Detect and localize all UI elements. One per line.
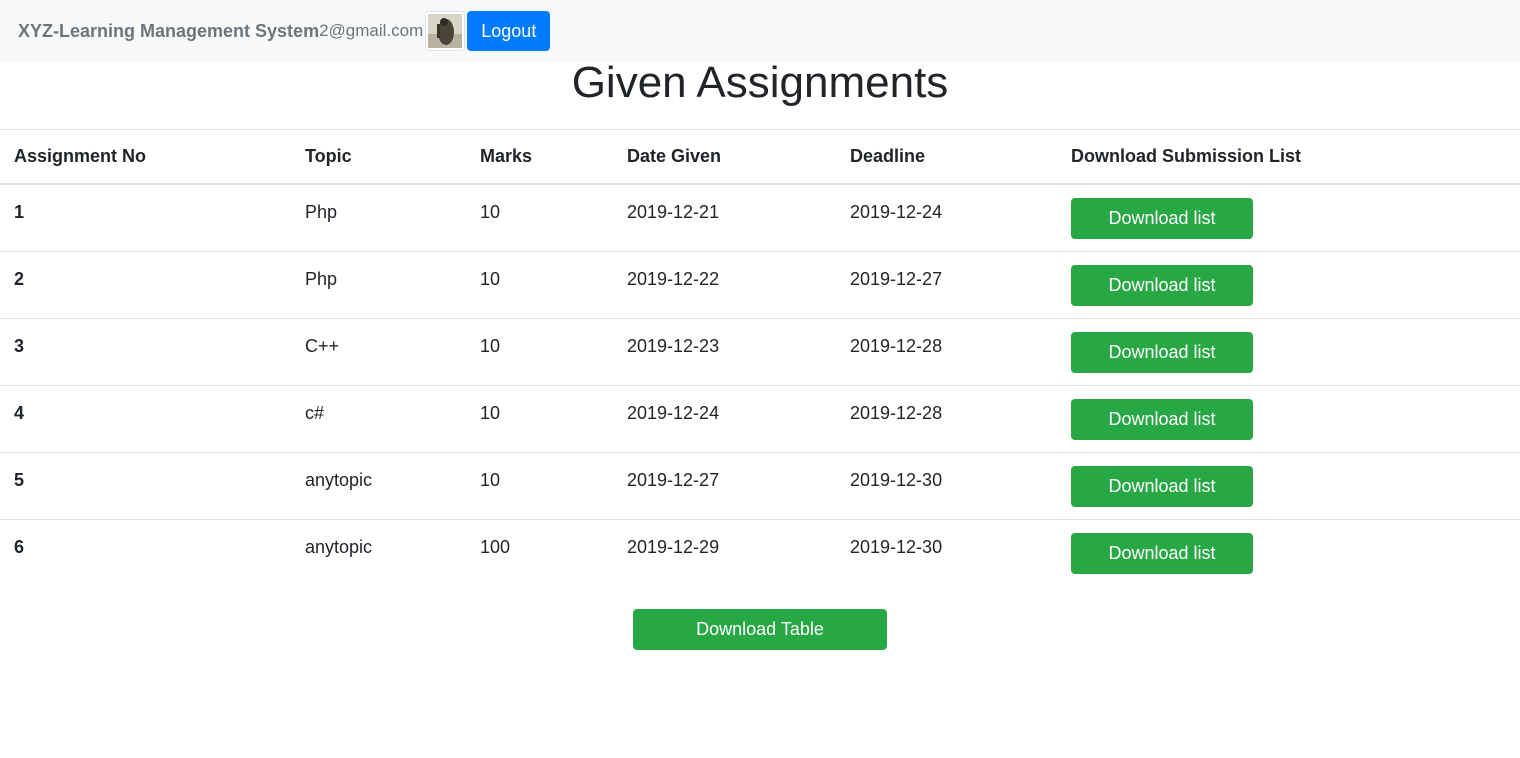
topic: anytopic <box>291 518 466 586</box>
date-given: 2019-12-21 <box>627 202 720 222</box>
action-cell: Download list <box>1057 384 1520 452</box>
topic: anytopic <box>291 451 466 519</box>
action-cell: Download list <box>1057 317 1520 385</box>
header-deadline: Deadline <box>836 129 1057 185</box>
assignment-no: 5 <box>0 451 291 519</box>
assignment-no: 3 <box>0 317 291 385</box>
topic: c# <box>291 384 466 452</box>
deadline: 2019-12-28 <box>836 384 1057 452</box>
header-marks: Marks <box>466 129 613 185</box>
table-header-row: Assignment No Topic Marks Date Given Dea… <box>0 129 1520 185</box>
deadline: 2019-12-30 <box>836 518 1057 586</box>
deadline: 2019-12-24 <box>850 202 943 222</box>
deadline: 2019-12-30 <box>836 451 1057 519</box>
table-row: 1 Php 10 2019-12-21 2019-12-24 Download … <box>0 184 1520 251</box>
page-title: Given Assignments <box>571 58 949 107</box>
marks: 10 <box>466 317 613 385</box>
brand-title[interactable]: XYZ-Learning Management System <box>18 21 319 42</box>
date-given: 2019-12-29 <box>613 518 836 586</box>
header-download-submission-list: Download Submission List <box>1057 129 1520 185</box>
action-cell: Download list <box>1057 184 1520 251</box>
deadline: 2019-12-28 <box>836 317 1057 385</box>
download-list-button[interactable]: Download list <box>1071 532 1253 574</box>
download-list-button[interactable]: Download list <box>1071 198 1253 239</box>
marks: 10 <box>466 451 613 519</box>
date-given: 2019-12-27 <box>613 451 836 519</box>
table-row: 4 c# 10 2019-12-24 2019-12-28 Download l… <box>0 384 1520 452</box>
table-row: 6 anytopic 100 2019-12-29 2019-12-30 Dow… <box>0 518 1520 586</box>
action-cell: Download list <box>1057 250 1520 318</box>
download-list-button[interactable]: Download list <box>1071 264 1253 306</box>
marks: 10 <box>466 384 613 452</box>
marks: 10 <box>480 202 501 222</box>
navbar: XYZ-Learning Management System 2@gmail.c… <box>0 0 1520 62</box>
topic: Php <box>291 250 466 318</box>
assignments-table: Assignment No Topic Marks Date Given Dea… <box>0 129 1520 586</box>
assignment-no: 1 <box>14 202 25 222</box>
action-cell: Download list <box>1057 518 1520 586</box>
date-given: 2019-12-22 <box>613 250 836 318</box>
deadline: 2019-12-27 <box>836 250 1057 318</box>
topic: Php <box>305 202 338 222</box>
avatar[interactable] <box>425 11 466 51</box>
assignment-no: 4 <box>0 384 291 452</box>
logout-button[interactable]: Logout <box>467 11 551 51</box>
date-given: 2019-12-24 <box>613 384 836 452</box>
action-cell: Download list <box>1057 451 1520 519</box>
assignment-no: 6 <box>0 518 291 586</box>
marks: 10 <box>466 250 613 318</box>
download-list-button[interactable]: Download list <box>1071 398 1253 440</box>
table-row: 3 C++ 10 2019-12-23 2019-12-28 Download … <box>0 317 1520 385</box>
header-date-given: Date Given <box>613 129 836 185</box>
assignment-no: 2 <box>0 250 291 318</box>
download-table-button[interactable]: Download Table <box>633 609 887 650</box>
download-list-button[interactable]: Download list <box>1071 465 1253 507</box>
topic: C++ <box>291 317 466 385</box>
table-row: 2 Php 10 2019-12-22 2019-12-27 Download … <box>0 250 1520 318</box>
download-list-button[interactable]: Download list <box>1071 331 1253 373</box>
date-given: 2019-12-23 <box>613 317 836 385</box>
table-row: 5 anytopic 10 2019-12-27 2019-12-30 Down… <box>0 451 1520 519</box>
user-email: 2@gmail.com <box>319 21 424 40</box>
header-assignment-no: Assignment No <box>0 129 291 185</box>
marks: 100 <box>466 518 613 586</box>
header-topic: Topic <box>291 129 466 185</box>
avatar-icon <box>428 14 463 48</box>
